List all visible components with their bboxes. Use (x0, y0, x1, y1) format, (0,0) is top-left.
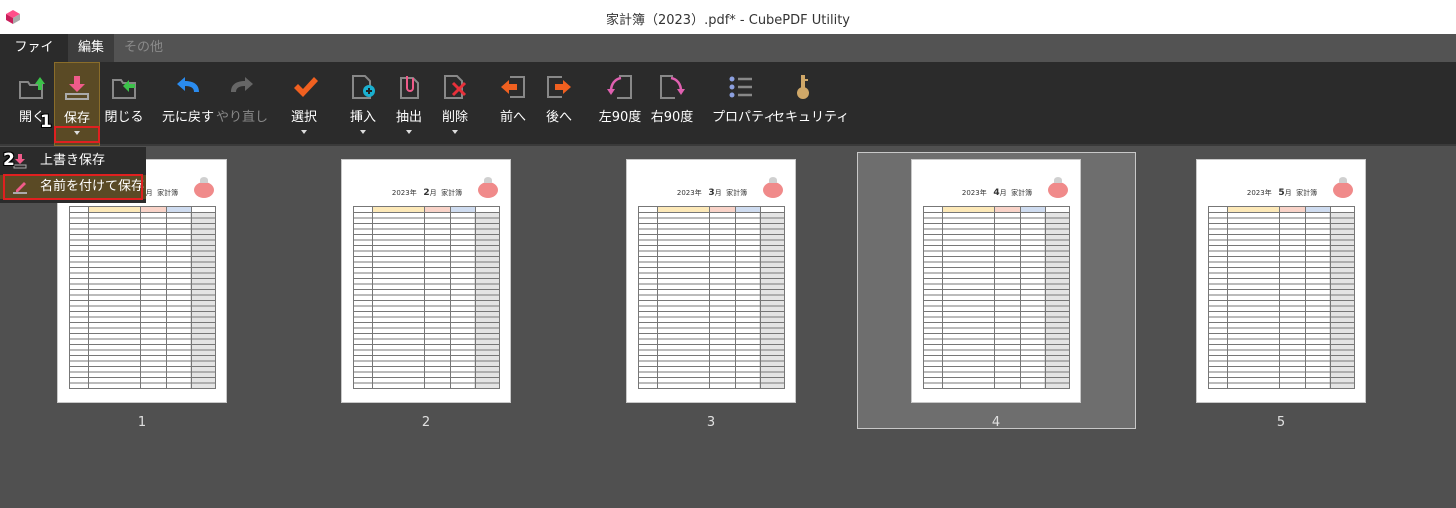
insert-page-icon (352, 75, 375, 99)
page-number: 5 (1276, 415, 1286, 430)
page-preview: 2023年 4月 家計簿 (911, 159, 1081, 403)
piggy-bank-icon (478, 177, 498, 198)
close-button[interactable]: 閉じる (102, 62, 146, 146)
select-button[interactable]: 選択 (282, 62, 326, 146)
page-heading: 2023年 4月 家計簿 (961, 188, 1033, 198)
page-heading: 2023年 3月 家計簿 (676, 188, 748, 198)
page-number: 1 (137, 415, 147, 430)
delete-page-icon (444, 75, 467, 99)
annotation-box-save-as (3, 174, 143, 200)
folder-open-icon (19, 77, 45, 99)
extract-icon (400, 76, 419, 99)
select-dropdown-arrow[interactable] (301, 130, 307, 134)
title-bar: 家計簿（2023）.pdf* - CubePDF Utility (0, 0, 1456, 34)
tab-other[interactable]: その他 (114, 34, 173, 62)
move-previous-icon (501, 76, 525, 98)
annotation-box-save-dropdown (54, 126, 100, 143)
menu-bar: ファイル 編集 その他 (0, 34, 1456, 83)
close-file-icon (112, 79, 136, 99)
move-next-icon (547, 76, 571, 98)
budget-table (69, 206, 216, 389)
check-icon (294, 77, 318, 97)
budget-table (638, 206, 785, 389)
rotate-left-button[interactable]: 左90度 (596, 62, 644, 146)
page-number: 3 (706, 415, 716, 430)
page-heading: 2023年 5月 家計簿 (1246, 188, 1318, 198)
redo-icon (231, 77, 253, 92)
properties-icon (729, 76, 752, 98)
extract-button[interactable]: 抽出 (388, 62, 430, 146)
piggy-bank-icon (194, 177, 214, 198)
window-title: 家計簿（2023）.pdf* - CubePDF Utility (605, 13, 851, 28)
rotate-right-icon (660, 75, 685, 99)
piggy-bank-icon (1333, 177, 1353, 198)
extract-dropdown-arrow[interactable] (406, 130, 412, 134)
delete-button[interactable]: 削除 (434, 62, 476, 146)
properties-button[interactable]: プロパティ (712, 62, 776, 146)
rotate-left-icon (607, 75, 632, 99)
ribbon-toolbar: 開く 保存 閉じる 元に戻す やり直し 選択 挿入 抽出 削除 前へ 後へ 左9… (0, 62, 1456, 146)
page-preview: 2023年 5月 家計簿 (1196, 159, 1366, 403)
budget-table (353, 206, 500, 389)
page-number: 2 (421, 415, 431, 430)
move-previous-button[interactable]: 前へ (492, 62, 534, 146)
annotation-step-2: 2 (3, 150, 15, 170)
insert-dropdown-arrow[interactable] (360, 130, 366, 134)
annotation-step-1: 1 (40, 112, 52, 132)
delete-dropdown-arrow[interactable] (452, 130, 458, 134)
piggy-bank-icon (1048, 177, 1068, 198)
menu-item-overwrite-save[interactable]: 上書き保存 (0, 149, 146, 173)
piggy-bank-icon (763, 177, 783, 198)
security-button[interactable]: セキュリティ (772, 62, 849, 146)
save-icon (65, 76, 89, 100)
page-number: 4 (991, 415, 1001, 430)
page-preview: 2023年 3月 家計簿 (626, 159, 796, 403)
open-button[interactable]: 開く (10, 62, 54, 146)
rotate-right-button[interactable]: 右90度 (648, 62, 696, 146)
budget-table (923, 206, 1070, 389)
budget-table (1208, 206, 1355, 389)
move-next-button[interactable]: 後へ (538, 62, 580, 146)
page-preview: 2023年 2月 家計簿 (341, 159, 511, 403)
tab-file[interactable]: ファイル (0, 34, 68, 83)
undo-icon (177, 77, 199, 92)
redo-button[interactable]: やり直し (216, 62, 268, 146)
key-icon (797, 75, 809, 99)
undo-button[interactable]: 元に戻す (160, 62, 216, 146)
tab-edit[interactable]: 編集 (68, 34, 114, 62)
page-heading: 2023年 2月 家計簿 (391, 188, 463, 198)
insert-button[interactable]: 挿入 (342, 62, 384, 146)
